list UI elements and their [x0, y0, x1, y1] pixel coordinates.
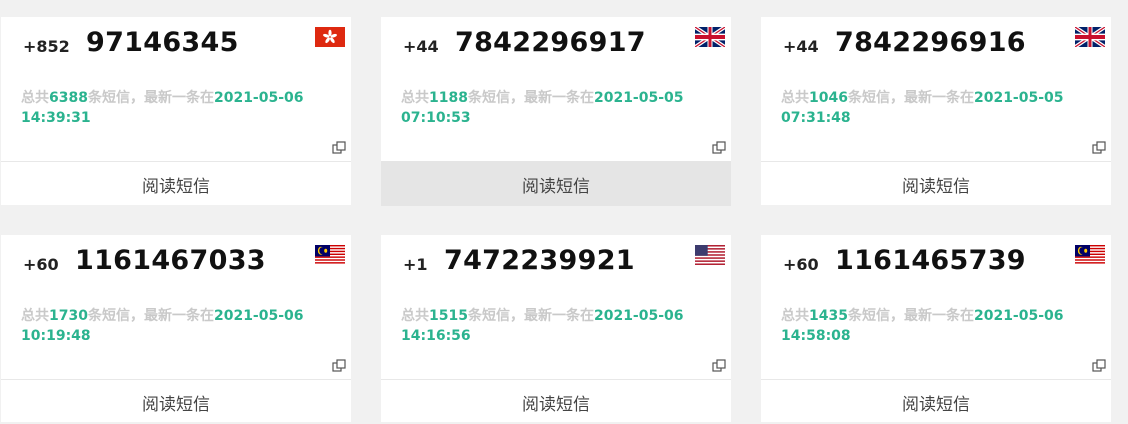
card-header: +44 7842296917: [381, 17, 731, 67]
copy-icon[interactable]: [1092, 359, 1106, 373]
phone-number: 1161465739: [835, 245, 1026, 276]
phone-number: 7842296917: [455, 27, 646, 58]
phone-card: +60 1161465739 总共1435条短信，最新一条在2021-05-06…: [761, 235, 1111, 422]
sms-summary: 总共1188条短信，最新一条在2021-05-05 07:10:53: [401, 90, 684, 126]
hong-kong-flag-icon: [315, 27, 345, 47]
card-header: +60 1161465739: [761, 235, 1111, 285]
copy-icon[interactable]: [332, 141, 346, 155]
country-code: +60: [23, 255, 59, 274]
phone-card: +60 1161467033 总共1730条短信，最新一条在2021-05-06…: [1, 235, 351, 422]
latest-date: 2021-05-06: [213, 308, 304, 324]
country-code: +852: [23, 37, 70, 56]
country-code: +60: [783, 255, 819, 274]
phone-card: +44 7842296916 总共1046条短信，最新一条在2021-05-05…: [761, 17, 1111, 205]
sms-summary: 总共1730条短信，最新一条在2021-05-06 10:19:48: [21, 308, 304, 344]
phone-number: 97146345: [86, 27, 239, 58]
latest-date: 2021-05-05: [593, 90, 684, 106]
united-states-flag-icon: [695, 245, 725, 265]
read-sms-button[interactable]: 阅读短信: [1, 161, 351, 206]
phone-card: +1 7472239921 总共1515条短信，最新一条在2021-05-06 …: [381, 235, 731, 422]
latest-date: 2021-05-06: [973, 308, 1064, 324]
latest-date: 2021-05-06: [593, 308, 684, 324]
malaysia-flag-icon: [1075, 245, 1105, 265]
sms-count: 1730: [49, 308, 88, 324]
read-sms-button[interactable]: 阅读短信: [381, 161, 731, 206]
sms-summary: 总共1435条短信，最新一条在2021-05-06 14:58:08: [781, 308, 1064, 344]
sms-summary: 总共1515条短信，最新一条在2021-05-06 14:16:56: [401, 308, 684, 344]
sms-count: 1515: [429, 308, 468, 324]
united-kingdom-flag-icon: [1075, 27, 1105, 47]
latest-time: 07:10:53: [401, 110, 471, 126]
read-sms-button[interactable]: 阅读短信: [381, 379, 731, 424]
phone-card: +852 97146345 总共6388条短信，最新一条在2021-05-06 …: [1, 17, 351, 205]
latest-time: 14:16:56: [401, 328, 471, 344]
sms-count: 6388: [49, 90, 88, 106]
latest-time: 10:19:48: [21, 328, 91, 344]
latest-time: 14:58:08: [781, 328, 851, 344]
sms-count: 1188: [429, 90, 468, 106]
latest-date: 2021-05-05: [973, 90, 1064, 106]
phone-number-grid: +852 97146345 总共6388条短信，最新一条在2021-05-06 …: [0, 0, 1128, 422]
country-code: +1: [403, 255, 428, 274]
copy-icon[interactable]: [712, 141, 726, 155]
sms-summary: 总共6388条短信，最新一条在2021-05-06 14:39:31: [21, 90, 304, 126]
latest-time: 14:39:31: [21, 110, 91, 126]
sms-summary: 总共1046条短信，最新一条在2021-05-05 07:31:48: [781, 90, 1064, 126]
read-sms-button[interactable]: 阅读短信: [761, 379, 1111, 424]
phone-card: +44 7842296917 总共1188条短信，最新一条在2021-05-05…: [381, 17, 731, 206]
latest-time: 07:31:48: [781, 110, 851, 126]
read-sms-button[interactable]: 阅读短信: [761, 161, 1111, 206]
copy-icon[interactable]: [1092, 141, 1106, 155]
phone-number: 7842296916: [835, 27, 1026, 58]
card-header: +852 97146345: [1, 17, 351, 67]
sms-count: 1046: [809, 90, 848, 106]
copy-icon[interactable]: [712, 359, 726, 373]
read-sms-button[interactable]: 阅读短信: [1, 379, 351, 424]
phone-number: 1161467033: [75, 245, 266, 276]
phone-number: 7472239921: [444, 245, 635, 276]
copy-icon[interactable]: [332, 359, 346, 373]
country-code: +44: [783, 37, 819, 56]
country-code: +44: [403, 37, 439, 56]
card-header: +44 7842296916: [761, 17, 1111, 67]
united-kingdom-flag-icon: [695, 27, 725, 47]
latest-date: 2021-05-06: [213, 90, 304, 106]
sms-count: 1435: [809, 308, 848, 324]
malaysia-flag-icon: [315, 245, 345, 265]
card-header: +1 7472239921: [381, 235, 731, 285]
card-header: +60 1161467033: [1, 235, 351, 285]
